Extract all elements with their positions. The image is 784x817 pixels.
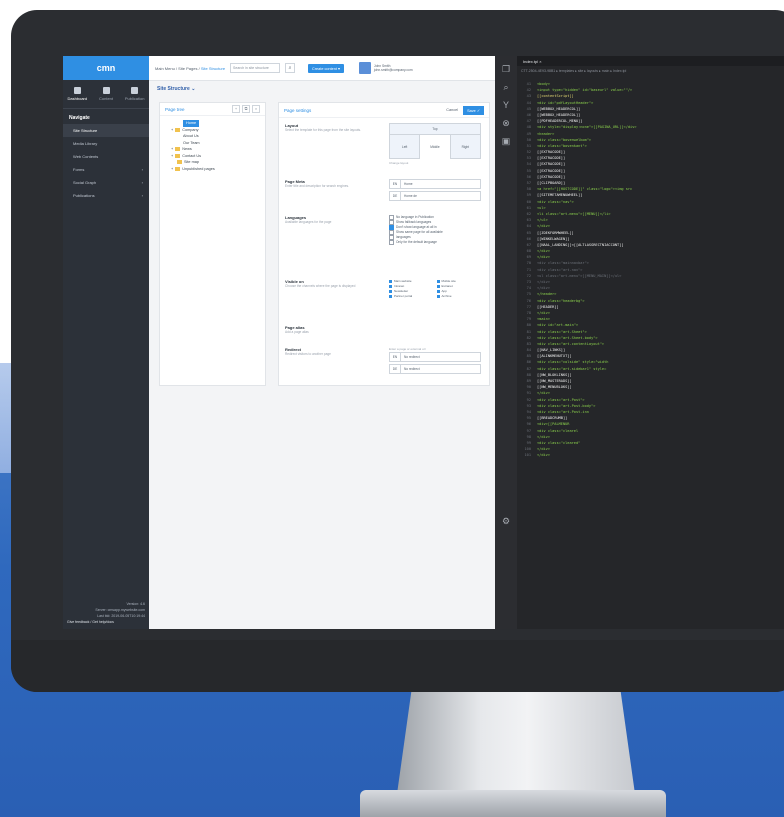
monitor-stand-neck [397,692,635,794]
feedback-link[interactable]: Give feedback / Get help/docs [67,619,145,625]
folder-icon [175,166,181,171]
user-email: john.smith@company.com [373,68,413,72]
redirect-section: Redirect Redirect visitors to another pa… [285,347,483,381]
content-icon [102,87,110,94]
code-area[interactable]: 41 <body> 42 <input type="hidden" id="baseu… [517,82,784,459]
chevron-right-icon: › [141,167,143,172]
folder-icon [175,153,181,158]
alias-input[interactable]: Add a page alias [285,330,365,335]
code-text: </div> [537,453,550,458]
redirect-input-de[interactable]: DE No redirect [389,364,481,374]
sidebar-heading: Navigate [69,115,90,121]
page-tree-title: Page tree [165,106,185,112]
page-tree-panel: Page tree + ⧉ × Home + Company About Us O… [159,102,266,386]
page-settings-panel: Page settings Cancel Save ✓ Layout Selec… [278,102,490,386]
dashboard-icon [73,87,81,94]
checkbox-checked-icon [436,295,440,298]
checkbox-checked-icon [436,280,440,283]
editor-tab[interactable]: Index.tpl × [517,56,784,66]
expand-icon[interactable]: + [171,166,173,173]
channel-checkbox[interactable]: Partner portal [389,294,434,299]
sidebar-tab-dashboard[interactable]: Dashboard [63,80,92,108]
code-line[interactable]: 101 </div> [517,453,784,459]
cms-app: cmn Dashboard Content Publication Naviga… [63,56,495,629]
sidebar-footer: Version: 4.6 Server: cmsapp.mywebsite.co… [67,601,145,625]
code-editor: ❐ ⌕ Y ⊗ ▣ ⚙ Index.tpl × CTT-2504-4E93-98… [495,56,784,629]
folder-icon [175,147,181,152]
app-logo[interactable]: cmn [63,56,149,80]
page-title: Site Structure ⌄ [157,86,196,92]
tree-item[interactable]: + Unpublished pages [165,166,260,173]
avatar [358,62,371,74]
page-tree: Home + Company About Us Our Team + News + C… [160,116,265,176]
sidebar-item-social-graph[interactable]: Social Graph › [63,176,149,189]
checkbox-checked-icon [436,285,440,288]
files-icon[interactable]: ❐ [501,64,511,74]
extensions-icon[interactable]: ▣ [501,136,511,146]
branch-icon[interactable]: Y [501,100,511,110]
chevron-right-icon: › [141,193,143,198]
meta-input-en[interactable]: EN Home [389,179,481,189]
expand-icon[interactable]: + [171,127,173,134]
sidebar-tab-publication[interactable]: Publication [120,80,149,108]
sidebar: cmn Dashboard Content Publication Naviga… [63,56,149,629]
monitor-chin [11,640,784,692]
sidebar-tabs: Dashboard Content Publication [63,80,149,109]
chevron-down-icon[interactable]: ⌄ [191,86,195,92]
save-button[interactable]: Save ✓ [463,105,484,115]
sidebar-item-publications[interactable]: Publications › [63,189,149,202]
search-icon[interactable]: ⌕ [285,63,296,73]
checkbox-checked-icon [389,295,392,298]
create-content-button[interactable]: Create content ▾ [308,63,344,73]
editor-breadcrumb: CTT-2504-4E93-98B1 ▸ templates ▸ site ▸ … [521,69,627,73]
sidebar-item-web-contents[interactable]: Web Contents [63,150,149,163]
copy-icon[interactable]: ⧉ [242,105,250,113]
chevron-right-icon: › [141,180,143,185]
checkbox-checked-icon [389,290,392,293]
meta-section: Page Meta Enter title and description fo… [285,179,483,209]
search-input[interactable]: Search in site structure [230,63,281,73]
channel-checkbox[interactable]: Archive [436,294,482,299]
editor-activity-bar: ❐ ⌕ Y ⊗ ▣ ⚙ [495,56,517,629]
sidebar-tab-content[interactable]: Content [92,80,121,108]
sidebar-item-media-library[interactable]: Media Library [63,137,149,150]
monitor-stand-base [360,790,666,817]
code-text: <li class="art-menu">[[MENU]]</li> [537,211,611,216]
delete-icon[interactable]: × [252,105,260,113]
meta-input-de[interactable]: DE Home de [389,191,481,201]
sidebar-item-site-structure[interactable]: Site Structure [63,124,149,137]
language-option[interactable]: Only for the default language [389,240,481,245]
layout-section: Layout Select the template for this page… [285,123,483,173]
visible-section: Visible on Choose the channels where the… [285,279,483,319]
checkbox-checked-icon [436,290,440,293]
layout-picker[interactable]: Top Left Middle Right [389,123,481,159]
publication-icon [131,87,139,94]
alias-section: Page alias Add a page alias [285,325,483,341]
line-number: 101 [524,453,532,458]
breadcrumb: Main Menu / Site Pages / Site Structure [155,65,226,71]
folder-icon [177,160,182,165]
radio-icon [389,240,394,245]
redirect-input-en[interactable]: EN No redirect [389,352,481,362]
monitor-screen: cmn Dashboard Content Publication Naviga… [63,56,784,629]
add-page-icon[interactable]: + [232,105,240,113]
user-menu[interactable]: John Smith john.smith@company.com [358,62,413,74]
expand-icon[interactable]: + [171,153,173,160]
search-icon[interactable]: ⌕ [501,82,511,92]
cancel-button[interactable]: Cancel [446,108,458,112]
top-bar: Main Menu / Site Pages / Site Structure … [149,56,495,81]
settings-icon[interactable]: ⚙ [501,516,511,526]
checkbox-checked-icon [389,280,392,283]
debug-icon[interactable]: ⊗ [501,118,511,128]
page-settings-title: Page settings [284,107,312,113]
sidebar-item-forms[interactable]: Forms › [63,163,149,176]
change-layout-link[interactable]: Change layout [389,161,481,165]
checkbox-checked-icon [389,285,392,288]
languages-section: Languages Available languages for the pa… [285,215,483,273]
folder-icon [175,127,181,132]
